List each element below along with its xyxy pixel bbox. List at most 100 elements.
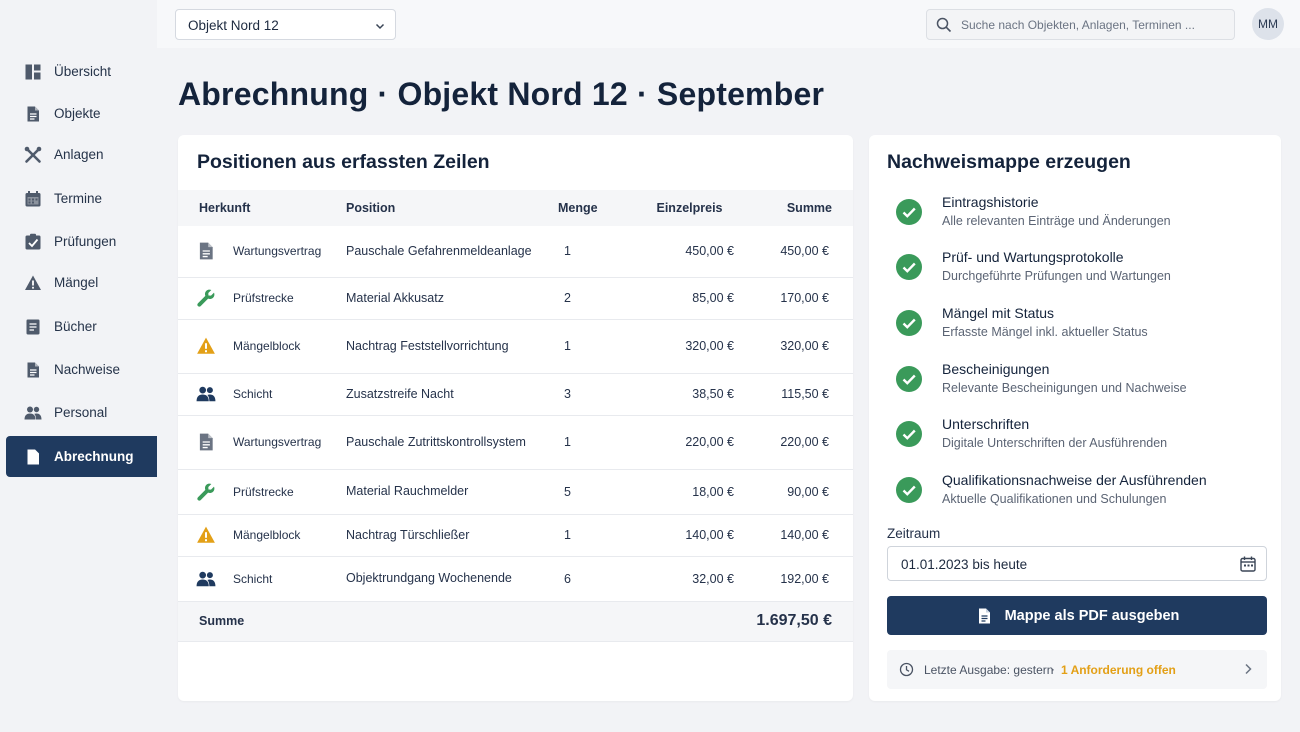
- export-pdf-label: Mappe als PDF ausgeben: [1004, 607, 1180, 624]
- export-pdf-button[interactable]: Mappe als PDF ausgeben: [887, 596, 1267, 635]
- sidebar-item-termine[interactable]: Termine: [6, 178, 157, 219]
- row-sum: 170,00 €: [734, 277, 853, 320]
- row-source: Mängelblock: [233, 319, 346, 374]
- sidebar-item-pruefungen[interactable]: Prüfungen: [6, 221, 157, 262]
- warning-icon: [24, 274, 42, 292]
- sidebar-item-label: Übersicht: [54, 64, 112, 79]
- page-title: Abrechnung · Objekt Nord 12 · September: [178, 76, 825, 112]
- sidebar-item-objekte[interactable]: Objekte: [6, 93, 157, 134]
- check-circle-icon: [896, 254, 922, 280]
- table-row[interactable]: Prüfstrecke Material Rauchmelder 5 18,00 €9…: [178, 469, 853, 515]
- document-icon: [178, 226, 233, 278]
- total-value: 1.697,50 €: [544, 601, 853, 642]
- table-row[interactable]: Schicht Objektrundgang Wochenende 6 32,00 €…: [178, 556, 853, 602]
- output-status-bar[interactable]: Letzte Ausgabe: gestern · 1 Anforderung …: [887, 650, 1267, 689]
- row-source: Prüfstrecke: [233, 277, 346, 320]
- proof-item-title: Mängel mit Status: [942, 305, 1055, 321]
- calendar-icon[interactable]: [1239, 555, 1257, 573]
- row-position: Material Rauchmelder: [346, 469, 544, 515]
- row-unit-price: 32,00 €: [604, 556, 734, 602]
- proof-item-subtitle: Relevante Bescheinigungen und Nachweise: [942, 381, 1187, 395]
- row-quantity: 6: [544, 556, 604, 602]
- check-circle-icon: [896, 366, 922, 392]
- proof-item-title: Qualifikationsnachweise der Ausführenden: [942, 472, 1207, 488]
- positions-table: Herkunft Position Menge Einzelpreis Summ…: [178, 190, 853, 642]
- row-unit-price: 450,00 €: [604, 226, 734, 278]
- column-header-menge: Menge: [544, 190, 604, 226]
- sidebar-item-anlagen[interactable]: Anlagen: [6, 134, 157, 175]
- wrench-icon: [178, 277, 233, 320]
- sidebar-item-label: Anlagen: [54, 147, 104, 162]
- table-row[interactable]: Schicht Zusatzstreife Nacht 3 38,50 €115,50…: [178, 373, 853, 416]
- warning-icon: [178, 514, 233, 557]
- table-header: Herkunft Position Menge Einzelpreis Summ…: [178, 190, 853, 226]
- row-quantity: 3: [544, 373, 604, 416]
- chevron-down-icon: [374, 19, 386, 31]
- search-box[interactable]: [926, 9, 1235, 40]
- sidebar-item-uebersicht[interactable]: Übersicht: [6, 51, 157, 92]
- sidebar-item-personal[interactable]: Personal: [6, 392, 157, 433]
- sidebar-item-label: Prüfungen: [54, 234, 117, 249]
- proof-item: Unterschriften Digitale Unterschriften de…: [896, 416, 1266, 456]
- sidebar-item-buecher[interactable]: Bücher: [6, 306, 157, 347]
- row-quantity: 1: [544, 514, 604, 557]
- total-label: Summe: [178, 601, 544, 642]
- sidebar-item-abrechnung[interactable]: Abrechnung: [6, 436, 157, 477]
- table-row[interactable]: Wartungsvertrag Pauschale Zutrittskontrol…: [178, 415, 853, 470]
- object-select[interactable]: Objekt Nord 12: [175, 9, 396, 40]
- table-row[interactable]: Prüfstrecke Material Akkusatz 2 85,00 €170,…: [178, 277, 853, 320]
- sidebar-item-label: Termine: [54, 191, 103, 206]
- row-position: Objektrundgang Wochenende: [346, 556, 544, 602]
- people-icon: [24, 404, 42, 422]
- row-quantity: 1: [544, 226, 604, 278]
- proof-item-subtitle: Durchgeführte Prüfungen und Wartungen: [942, 269, 1171, 283]
- dashboard-icon: [24, 63, 42, 81]
- period-label: Zeitraum: [887, 526, 941, 541]
- row-sum: 115,50 €: [734, 373, 853, 416]
- search-input[interactable]: [961, 15, 1226, 35]
- sidebar-item-label: Objekte: [54, 106, 101, 121]
- chevron-right-icon[interactable]: [1241, 662, 1255, 676]
- avatar[interactable]: MM: [1252, 8, 1284, 40]
- row-sum: 192,00 €: [734, 556, 853, 602]
- sidebar-item-label: Bücher: [54, 319, 97, 334]
- document-icon: [178, 415, 233, 470]
- row-unit-price: 220,00 €: [604, 415, 734, 470]
- sidebar-item-nachweise[interactable]: Nachweise: [6, 349, 157, 390]
- row-position: Zusatzstreife Nacht: [346, 373, 544, 416]
- row-sum: 140,00 €: [734, 514, 853, 557]
- check-circle-icon: [896, 421, 922, 447]
- table-row[interactable]: Mängelblock Nachtrag Türschließer 1 140,00 …: [178, 514, 853, 557]
- row-unit-price: 140,00 €: [604, 514, 734, 557]
- wrench-icon: [178, 469, 233, 515]
- document-icon: [24, 448, 42, 466]
- sidebar-item-maengel[interactable]: Mängel: [6, 262, 157, 303]
- proof-item: Mängel mit Status Erfasste Mängel inkl. a…: [896, 305, 1266, 345]
- people-icon: [178, 373, 233, 416]
- table-row[interactable]: Mängelblock Nachtrag Feststellvorrichtung…: [178, 319, 853, 374]
- row-unit-price: 38,50 €: [604, 373, 734, 416]
- row-source: Wartungsvertrag: [233, 415, 346, 470]
- proof-item-title: Unterschriften: [942, 416, 1030, 432]
- open-requests-link[interactable]: 1 Anforderung offen: [1061, 663, 1176, 677]
- calendar-icon: [24, 190, 42, 208]
- document-icon: [975, 607, 993, 625]
- proof-title: Nachweismappe erzeugen: [887, 151, 1131, 173]
- row-sum: 320,00 €: [734, 319, 853, 374]
- proof-item: Qualifikationsnachweise der Ausführenden…: [896, 472, 1266, 512]
- row-source: Schicht: [233, 556, 346, 602]
- proof-item-title: Bescheinigungen: [942, 361, 1050, 377]
- proof-item-title: Eintragshistorie: [942, 194, 1039, 210]
- check-circle-icon: [896, 310, 922, 336]
- proof-item-subtitle: Alle relevanten Einträge und Änderungen: [942, 214, 1171, 228]
- people-icon: [178, 556, 233, 602]
- table-row[interactable]: Wartungsvertrag Pauschale Gefahrenmeldean…: [178, 226, 853, 278]
- period-field[interactable]: 01.01.2023 bis heute: [887, 546, 1267, 581]
- column-header-position: Position: [346, 190, 544, 226]
- clock-icon: [899, 662, 914, 677]
- positions-card: Positionen aus erfassten Zeilen Herkunft…: [178, 135, 853, 701]
- document-icon: [24, 105, 42, 123]
- row-sum: 220,00 €: [734, 415, 853, 470]
- search-icon: [936, 17, 952, 33]
- proof-item: Prüf- und Wartungsprotokolle Durchgeführt…: [896, 249, 1266, 289]
